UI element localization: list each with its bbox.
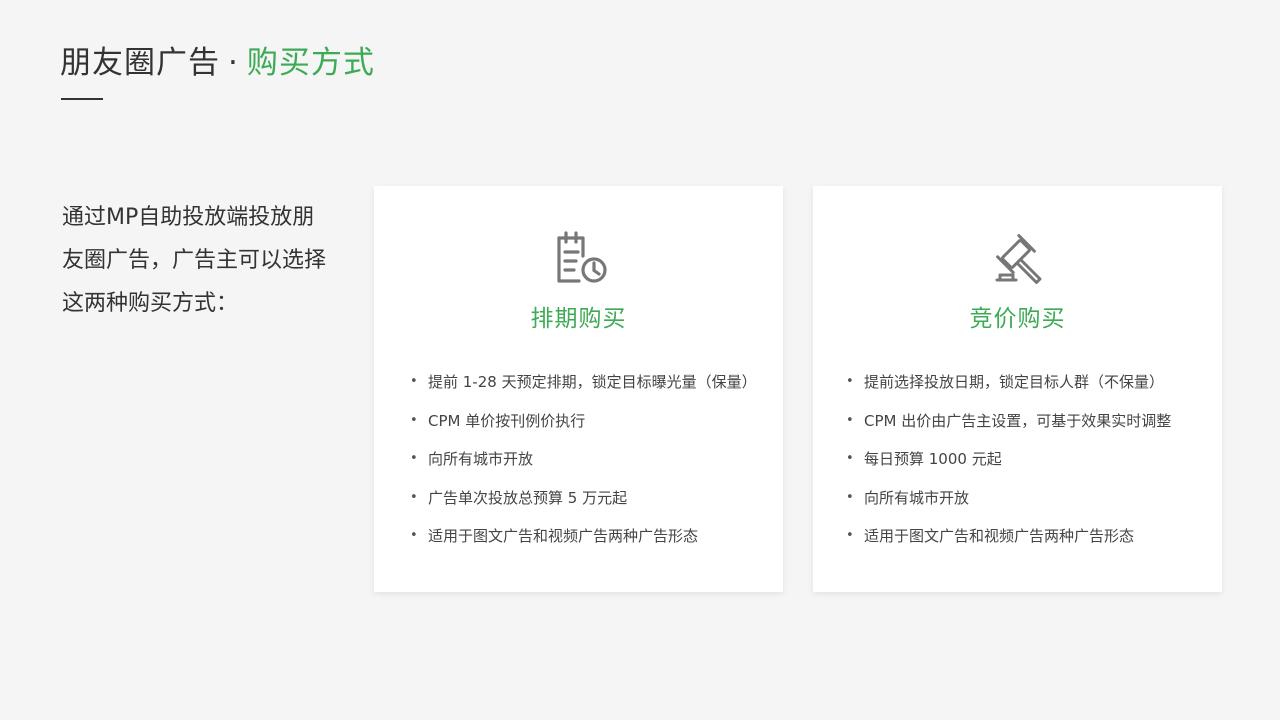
list-item: • CPM 出价由广告主设置，可基于效果实时调整 bbox=[813, 409, 1222, 448]
list-item: • 向所有城市开放 bbox=[374, 447, 783, 486]
bullet-dot: • bbox=[846, 374, 854, 389]
bullet-text: 适用于图文广告和视频广告两种广告形态 bbox=[864, 527, 1135, 545]
schedule-document-clock-icon bbox=[556, 231, 607, 283]
list-item: • 提前选择投放日期，锁定目标人群（不保量） bbox=[813, 370, 1222, 409]
list-item: • 每日预算 1000 元起 bbox=[813, 447, 1222, 486]
bullet-text: 广告单次投放总预算 5 万元起 bbox=[428, 488, 628, 507]
bullet-dot: • bbox=[410, 412, 418, 428]
schedule-purchase-bullets: • 提前 1-28 天预定排期，锁定目标曝光量（保量） • CPM 单价按刊例价执行… bbox=[374, 370, 783, 563]
auction-gavel-icon bbox=[995, 234, 1041, 284]
bullet-dot: • bbox=[410, 528, 418, 543]
bullet-dot: • bbox=[846, 489, 854, 505]
bullet-text: 每日预算 1000 元起 bbox=[864, 450, 1002, 468]
bidding-purchase-card: 竞价购买 • 提前选择投放日期，锁定目标人群（不保量） • CPM 出价由广告主设置… bbox=[813, 186, 1222, 592]
bullet-dot: • bbox=[410, 489, 418, 505]
bullet-text: 向所有城市开放 bbox=[864, 488, 970, 507]
bullet-dot: • bbox=[846, 528, 854, 543]
bullet-text: CPM 出价由广告主设置，可基于效果实时调整 bbox=[864, 411, 1172, 430]
page-title-main: 朋友圈广告 bbox=[60, 45, 220, 81]
list-item: • 提前 1-28 天预定排期，锁定目标曝光量（保量） bbox=[374, 370, 783, 409]
bidding-purchase-bullets: • 提前选择投放日期，锁定目标人群（不保量） • CPM 出价由广告主设置，可基于效… bbox=[813, 370, 1222, 563]
bullet-dot: • bbox=[410, 451, 418, 466]
list-item: • 适用于图文广告和视频广告两种广告形态 bbox=[374, 524, 783, 563]
bullet-text: 适用于图文广告和视频广告两种广告形态 bbox=[428, 527, 699, 545]
bullet-dot: • bbox=[846, 451, 854, 466]
bullet-text: 提前 1-28 天预定排期，锁定目标曝光量（保量） bbox=[428, 373, 757, 391]
title-underline bbox=[61, 98, 103, 100]
bullet-text: 提前选择投放日期，锁定目标人群（不保量） bbox=[864, 373, 1165, 391]
bullet-text: CPM 单价按刊例价执行 bbox=[428, 411, 586, 430]
bullet-dot: • bbox=[410, 374, 418, 389]
title-separator: · bbox=[228, 45, 239, 81]
list-item: • 向所有城市开放 bbox=[813, 486, 1222, 525]
list-item: • 适用于图文广告和视频广告两种广告形态 bbox=[813, 524, 1222, 563]
bullet-text: 向所有城市开放 bbox=[428, 450, 534, 468]
intro-text: 通过MP自助投放端投放朋友圈广告，广告主可以选择这两种购买方式： bbox=[62, 205, 327, 316]
schedule-purchase-card: 排期购买 • 提前 1-28 天预定排期，锁定目标曝光量（保量） • CPM 单价按… bbox=[374, 186, 783, 592]
list-item: • CPM 单价按刊例价执行 bbox=[374, 409, 783, 448]
schedule-purchase-title: 排期购买 bbox=[530, 306, 627, 332]
page-title: 朋友圈广告 · 购买方式 bbox=[60, 40, 375, 86]
bullet-dot: • bbox=[846, 412, 854, 428]
page-title-accent: 购买方式 bbox=[246, 45, 375, 81]
list-item: • 广告单次投放总预算 5 万元起 bbox=[374, 486, 783, 525]
bidding-purchase-title: 竞价购买 bbox=[969, 306, 1066, 332]
